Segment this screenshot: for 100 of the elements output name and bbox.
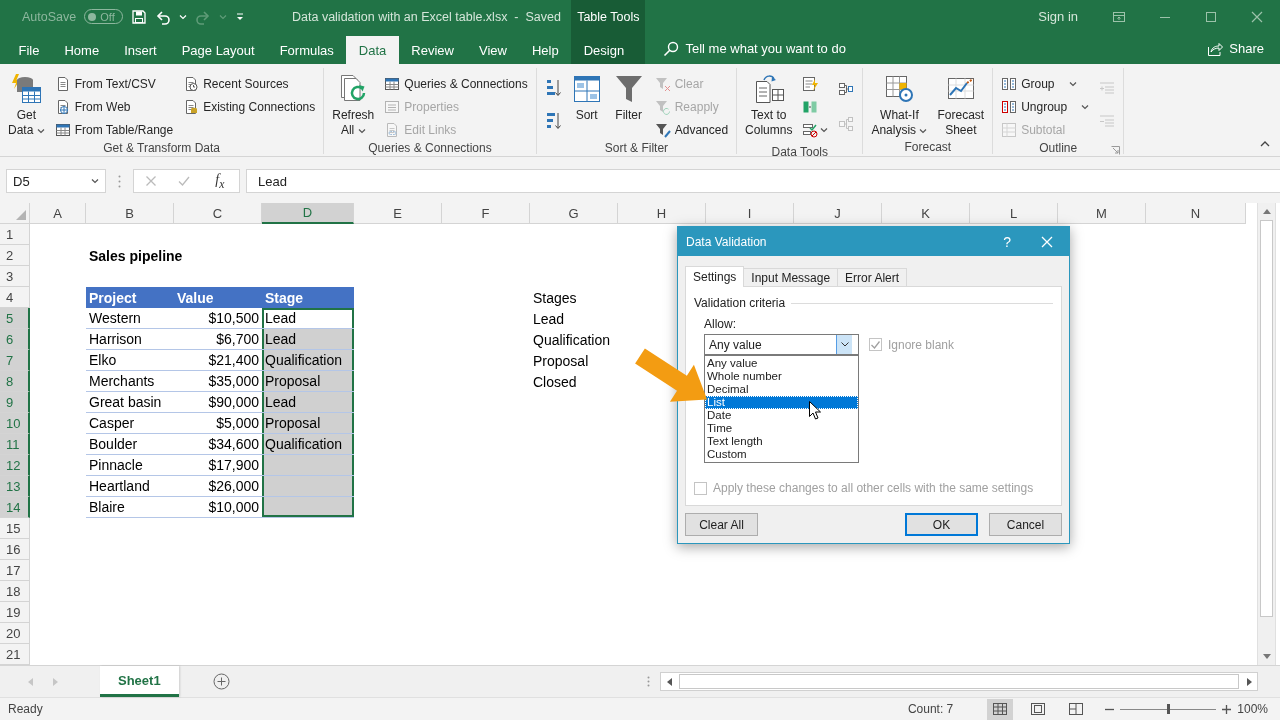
row-header[interactable]: 13 bbox=[0, 476, 30, 497]
tell-me-field[interactable]: Tell me what you want to do bbox=[685, 41, 906, 56]
dialog-tab[interactable]: Settings bbox=[685, 266, 745, 287]
table-cell[interactable]: Qualification bbox=[262, 434, 354, 455]
row-header[interactable]: 4 bbox=[0, 287, 30, 308]
collapse-ribbon-icon[interactable] bbox=[1260, 141, 1270, 147]
undo-icon[interactable] bbox=[154, 8, 171, 25]
column-header[interactable]: A bbox=[30, 203, 86, 224]
table-cell[interactable] bbox=[262, 455, 354, 476]
ribbon-tab[interactable]: Home bbox=[51, 36, 112, 64]
scrollbar-thumb[interactable] bbox=[1260, 220, 1273, 617]
ribbon-button[interactable]: Existing Connections bbox=[180, 95, 319, 118]
row-header[interactable]: 2 bbox=[0, 245, 30, 266]
row-header[interactable]: 6 bbox=[0, 329, 30, 350]
dialog-button[interactable]: Cancel bbox=[989, 513, 1062, 536]
name-box[interactable]: D5 bbox=[6, 169, 106, 193]
ribbon-button[interactable]: Text to Columns bbox=[742, 72, 796, 139]
ribbon-tab[interactable]: Help bbox=[519, 36, 572, 64]
list-option[interactable]: Custom bbox=[705, 448, 858, 461]
column-header[interactable]: K bbox=[882, 203, 970, 224]
insert-function-button[interactable]: f$_{x}$ bbox=[211, 171, 229, 191]
list-option[interactable]: Text length bbox=[705, 435, 858, 448]
column-header[interactable]: N bbox=[1146, 203, 1246, 224]
add-sheet-icon[interactable] bbox=[212, 673, 230, 690]
ribbon-button[interactable]: From Text/CSV bbox=[51, 72, 177, 95]
column-header[interactable]: M bbox=[1058, 203, 1146, 224]
table-cell[interactable]: Lead bbox=[262, 308, 354, 329]
table-cell[interactable]: Lead bbox=[262, 392, 354, 413]
table-cell[interactable]: Qualification bbox=[262, 350, 354, 371]
ribbon-button[interactable]: Sort bbox=[567, 72, 606, 124]
list-option[interactable]: Time bbox=[705, 422, 858, 435]
sign-in-link[interactable]: Sign in bbox=[1038, 9, 1078, 24]
ribbon-tab[interactable]: Design bbox=[571, 36, 637, 64]
customize-icon[interactable] bbox=[234, 11, 245, 22]
ribbon-button[interactable]: Queries & Connections bbox=[381, 72, 531, 95]
save-icon[interactable] bbox=[130, 8, 147, 25]
row-header[interactable]: 11 bbox=[0, 434, 30, 455]
list-option[interactable]: Any value bbox=[705, 357, 858, 370]
maximize-icon[interactable] bbox=[1205, 10, 1217, 23]
scroll-right-icon[interactable] bbox=[1246, 677, 1252, 686]
column-header[interactable]: I bbox=[706, 203, 794, 224]
table-cell[interactable] bbox=[262, 476, 354, 497]
list-option[interactable]: Date bbox=[705, 409, 858, 422]
row-header[interactable]: 21 bbox=[0, 644, 30, 665]
ribbon-tab[interactable]: Review bbox=[398, 36, 467, 64]
sheet-tab[interactable]: Sheet1 bbox=[100, 666, 179, 697]
ribbon-button[interactable]: What-If Analysis bbox=[868, 72, 931, 139]
row-header[interactable]: 1 bbox=[0, 224, 30, 245]
share-button[interactable]: Share bbox=[1201, 39, 1270, 58]
list-option[interactable]: Decimal bbox=[705, 383, 858, 396]
row-header[interactable]: 5 bbox=[0, 308, 30, 329]
dialog-tab[interactable]: Error Alert bbox=[837, 268, 908, 286]
ribbon-button[interactable]: Forecast Sheet bbox=[934, 72, 988, 139]
ribbon-button[interactable]: From Table/Range bbox=[51, 118, 177, 141]
view-button[interactable] bbox=[987, 698, 1014, 720]
column-header[interactable]: J bbox=[794, 203, 882, 224]
column-header[interactable]: G bbox=[530, 203, 618, 224]
column-header[interactable]: C bbox=[174, 203, 262, 224]
scroll-down-icon[interactable] bbox=[1262, 654, 1271, 659]
column-header[interactable]: B bbox=[86, 203, 174, 224]
row-header[interactable]: 19 bbox=[0, 602, 30, 623]
ribbon-button[interactable]: Ungroup bbox=[998, 95, 1093, 118]
table-cell[interactable] bbox=[262, 497, 354, 518]
list-option[interactable]: List bbox=[705, 396, 858, 409]
ribbon-button[interactable]: Recent Sources bbox=[180, 72, 319, 95]
ribbon-button[interactable]: From Web bbox=[51, 95, 177, 118]
ribbon-button[interactable]: Group bbox=[998, 72, 1093, 95]
zoom-in-icon[interactable] bbox=[1222, 704, 1232, 714]
row-header[interactable]: 20 bbox=[0, 623, 30, 644]
zoom-level[interactable]: 100% bbox=[1237, 702, 1268, 716]
row-header[interactable]: 18 bbox=[0, 581, 30, 602]
row-header[interactable]: 3 bbox=[0, 266, 30, 287]
column-header[interactable]: L bbox=[970, 203, 1058, 224]
ribbon-tab[interactable]: Page Layout bbox=[169, 36, 268, 64]
row-header[interactable]: 12 bbox=[0, 455, 30, 476]
list-option[interactable]: Whole number bbox=[705, 370, 858, 383]
row-header[interactable]: 16 bbox=[0, 539, 30, 560]
column-header[interactable]: E bbox=[354, 203, 442, 224]
dialog-button[interactable]: Clear All bbox=[685, 513, 758, 536]
column-header[interactable]: H bbox=[618, 203, 706, 224]
table-cell[interactable]: Proposal bbox=[262, 413, 354, 434]
row-header[interactable]: 7 bbox=[0, 350, 30, 371]
ribbon-tab[interactable]: View bbox=[466, 36, 520, 64]
ribbon-tab[interactable]: Data bbox=[346, 36, 399, 64]
ribbon-button[interactable]: Advanced bbox=[651, 118, 732, 141]
splitter-icon[interactable] bbox=[118, 174, 121, 188]
row-header[interactable]: 15 bbox=[0, 518, 30, 539]
row-header[interactable]: 14 bbox=[0, 497, 30, 518]
scroll-up-icon[interactable] bbox=[1262, 209, 1271, 214]
allow-dropdown[interactable]: Any value bbox=[704, 334, 859, 355]
slider-thumb[interactable] bbox=[1167, 704, 1171, 714]
ribbon-display-icon[interactable] bbox=[1113, 10, 1125, 23]
row-header[interactable]: 17 bbox=[0, 560, 30, 581]
dialog-tab[interactable]: Input Message bbox=[743, 268, 839, 286]
ribbon-button[interactable]: Get Data bbox=[5, 72, 48, 139]
dialog-button[interactable]: OK bbox=[905, 513, 978, 536]
row-header[interactable]: 9 bbox=[0, 392, 30, 413]
ribbon-tab[interactable]: File bbox=[6, 36, 52, 64]
column-header[interactable]: D bbox=[262, 203, 354, 224]
row-header[interactable]: 8 bbox=[0, 371, 30, 392]
